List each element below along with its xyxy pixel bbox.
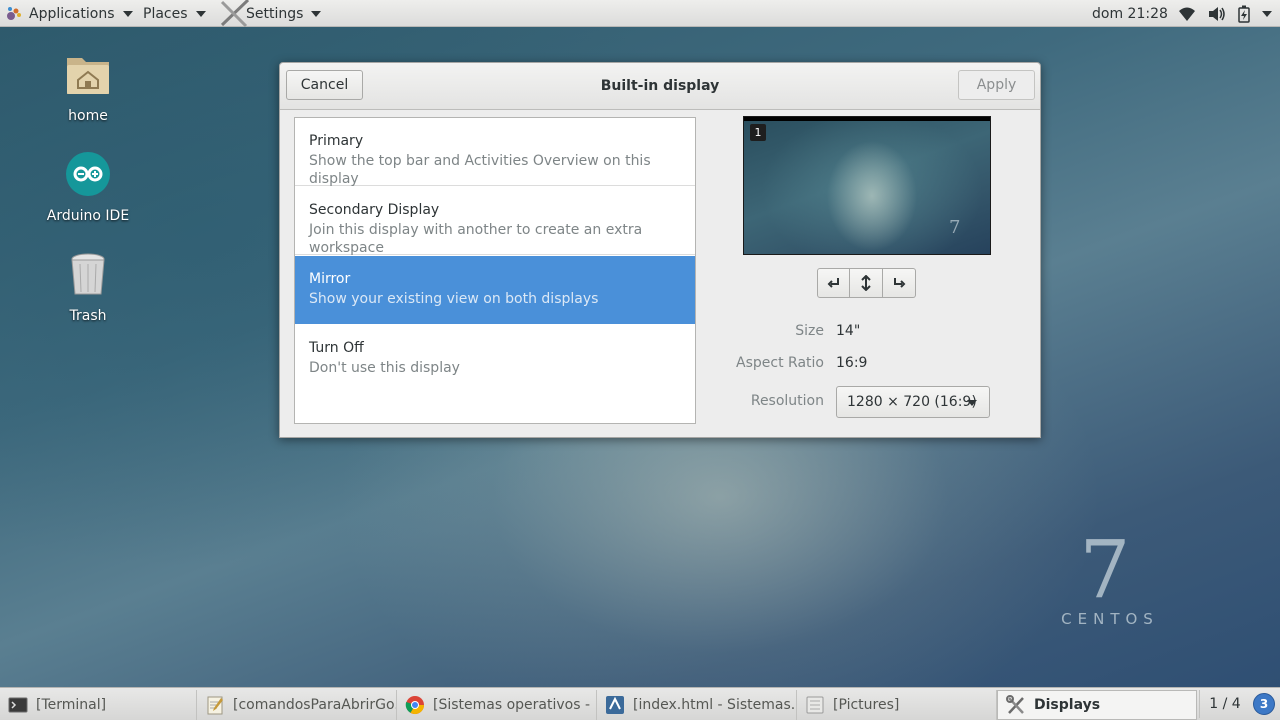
centos-logo-word: CENTOS <box>1061 610 1159 628</box>
mode-title: Turn Off <box>309 340 364 356</box>
desktop-icon-arduino[interactable]: Arduino IDE <box>43 150 133 224</box>
wifi-icon <box>1179 7 1195 21</box>
rotate-left-button[interactable] <box>817 268 850 298</box>
display-number-badge: 1 <box>750 124 766 141</box>
task-text-editor[interactable]: [comandosParaAbrirGo... <box>197 690 397 720</box>
desktop-icon-label: Arduino IDE <box>46 208 130 224</box>
task-label: [Pictures] <box>833 697 900 713</box>
trash-icon <box>71 253 105 295</box>
task-label: [index.html - Sistemas... <box>633 697 797 713</box>
apply-button[interactable]: Apply <box>958 70 1035 100</box>
rotate-right-button[interactable] <box>883 268 916 298</box>
settings-app-menu-label: Settings <box>246 5 304 22</box>
display-mode-list: Primary Show the top bar and Activities … <box>294 117 696 424</box>
flip-button[interactable] <box>850 268 883 298</box>
rotate-left-icon <box>827 278 839 288</box>
top-panel: Applications Places Settings dom 21:28 <box>0 0 1280 27</box>
arduino-icon <box>66 152 110 196</box>
mode-title: Primary <box>309 133 364 149</box>
task-terminal[interactable]: [Terminal] <box>0 690 197 720</box>
mode-option-secondary[interactable]: Secondary Display Join this display with… <box>295 187 695 256</box>
mode-description: Join this display with another to create… <box>309 222 643 256</box>
mode-title: Secondary Display <box>309 202 440 218</box>
desktop-icon-home[interactable]: home <box>43 50 133 124</box>
task-label: Displays <box>1034 697 1101 713</box>
chrome-icon <box>405 696 424 715</box>
mode-option-primary[interactable]: Primary Show the top bar and Activities … <box>295 118 695 187</box>
task-label: [comandosParaAbrirGo... <box>233 697 397 713</box>
mode-option-turn-off[interactable]: Turn Off Don't use this display <box>295 325 695 393</box>
task-label: [Terminal] <box>36 697 107 713</box>
mode-description: Show your existing view on both displays <box>309 291 599 307</box>
code-editor-icon <box>606 696 624 714</box>
mode-title: Mirror <box>309 271 351 287</box>
chevron-down-icon <box>1262 10 1272 17</box>
chevron-down-icon <box>122 10 133 17</box>
terminal-icon <box>8 697 28 713</box>
places-menu[interactable]: Places <box>143 0 206 27</box>
text-editor-icon <box>207 696 223 715</box>
volume-icon <box>1209 6 1225 21</box>
system-tray[interactable] <box>1170 0 1272 27</box>
battery-icon <box>1238 5 1250 23</box>
size-label: Size <box>795 323 824 339</box>
resolution-value: 1280 × 720 (16:9) <box>847 394 977 410</box>
centos-logo-number: 7 <box>1079 523 1131 616</box>
settings-app-menu[interactable]: Settings <box>218 0 322 27</box>
rotate-right-icon <box>894 278 906 288</box>
chevron-down-icon <box>967 400 977 406</box>
resolution-dropdown[interactable]: 1280 × 720 (16:9) <box>836 386 990 418</box>
notification-count-badge[interactable]: 3 <box>1253 693 1275 715</box>
mode-description: Don't use this display <box>309 360 460 376</box>
clock-label: dom 21:28 <box>1092 5 1168 22</box>
home-folder-icon <box>67 58 109 94</box>
chevron-down-icon <box>311 10 322 17</box>
display-settings-dialog: Cancel Built-in display Apply Primary Sh… <box>279 62 1041 438</box>
task-displays[interactable]: Displays <box>997 690 1197 720</box>
preview-centos-logo: 7 <box>949 217 961 238</box>
workspace-indicator[interactable]: 1 / 4 <box>1199 690 1250 718</box>
rotation-buttons <box>817 268 917 298</box>
display-preview: 1 7 <box>743 116 991 255</box>
applications-menu[interactable]: Applications <box>6 0 133 27</box>
size-value: 14" <box>836 323 861 339</box>
clock[interactable]: dom 21:28 <box>1092 0 1168 27</box>
aspect-ratio-value: 16:9 <box>836 355 868 371</box>
mode-description: Show the top bar and Activities Overview… <box>309 153 651 187</box>
settings-tools-icon <box>1006 695 1024 714</box>
gnome-foot-icon <box>7 6 21 20</box>
task-code-editor[interactable]: [index.html - Sistemas... <box>597 690 797 720</box>
resolution-label: Resolution <box>750 393 824 409</box>
places-menu-label: Places <box>143 5 188 22</box>
bottom-taskbar: [Terminal] [comandosParaAbrirGo... [Sist… <box>0 687 1280 720</box>
task-file-manager[interactable]: [Pictures] <box>797 690 997 720</box>
desktop-icon-trash[interactable]: Trash <box>43 250 133 324</box>
aspect-ratio-label: Aspect Ratio <box>736 355 824 371</box>
desktop-icon-label: Trash <box>69 308 107 324</box>
centos-logo: 7 CENTOS <box>1050 530 1170 640</box>
applications-menu-label: Applications <box>29 5 115 22</box>
dialog-header: Cancel Built-in display Apply <box>280 63 1040 110</box>
task-label: [Sistemas operativos - ... <box>433 697 597 713</box>
dialog-title: Built-in display <box>600 78 720 94</box>
flip-vertical-icon <box>861 275 871 291</box>
task-chrome[interactable]: [Sistemas operativos - ... <box>397 690 597 720</box>
mode-option-mirror[interactable]: Mirror Show your existing view on both d… <box>295 256 695 324</box>
file-manager-icon <box>806 696 824 714</box>
desktop-icon-label: home <box>68 108 108 124</box>
chevron-down-icon <box>195 10 206 17</box>
